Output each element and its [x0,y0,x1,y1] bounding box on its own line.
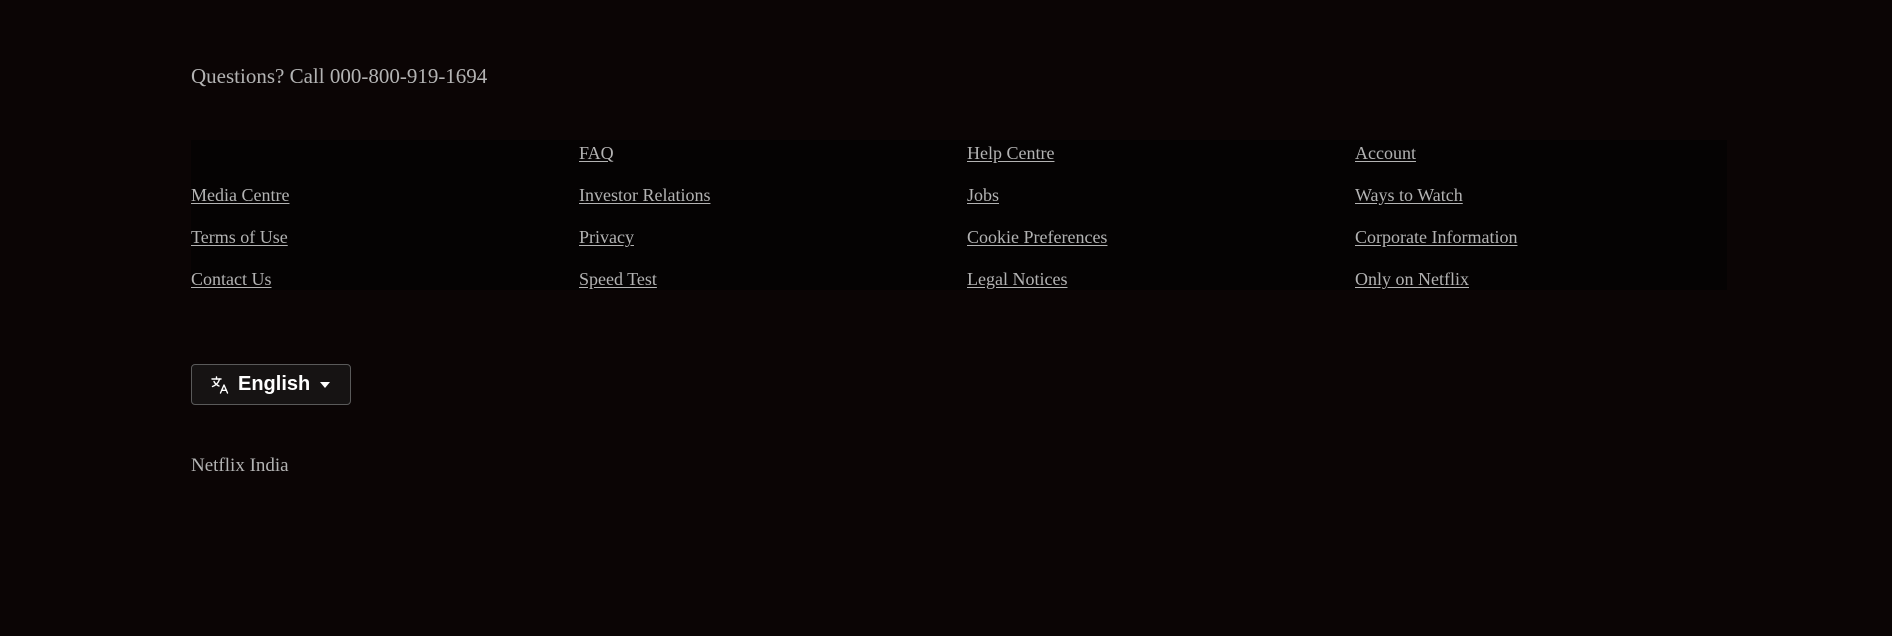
investor-relations-link[interactable]: Investor Relations [579,185,710,205]
corporate-information-link[interactable]: Corporate Information [1355,227,1517,247]
only-on-netflix-link[interactable]: Only on Netflix [1355,269,1469,289]
privacy-link[interactable]: Privacy [579,227,634,247]
speed-test-link[interactable]: Speed Test [579,269,657,289]
legal-notices-link[interactable]: Legal Notices [967,269,1067,289]
contact-us-link[interactable]: Contact Us [191,269,272,289]
phone-link[interactable]: 000-800-919-1694 [330,64,487,88]
terms-of-use-link[interactable]: Terms of Use [191,227,288,247]
footer-link-cell-empty [191,140,579,141]
faq-link[interactable]: FAQ [579,143,614,163]
language-selector-wrap: English [191,364,351,405]
jobs-link[interactable]: Jobs [967,185,999,205]
media-centre-link[interactable]: Media Centre [191,185,289,205]
language-selected-label: English [238,373,311,395]
cookie-preferences-link[interactable]: Cookie Preferences [967,227,1107,247]
footer-links: FAQ Help Centre Account Media Centre Inv… [191,140,1727,290]
account-link[interactable]: Account [1355,143,1416,163]
caret-down-icon [320,381,331,388]
region-label: Netflix India [191,455,289,476]
ways-to-watch-link[interactable]: Ways to Watch [1355,185,1463,205]
contact-line: Questions? Call 000-800-919-1694 [191,62,487,90]
questions-label: Questions? Call [191,64,330,88]
language-select[interactable]: English [191,364,351,405]
translate-icon [210,375,230,395]
help-centre-link[interactable]: Help Centre [967,143,1054,163]
